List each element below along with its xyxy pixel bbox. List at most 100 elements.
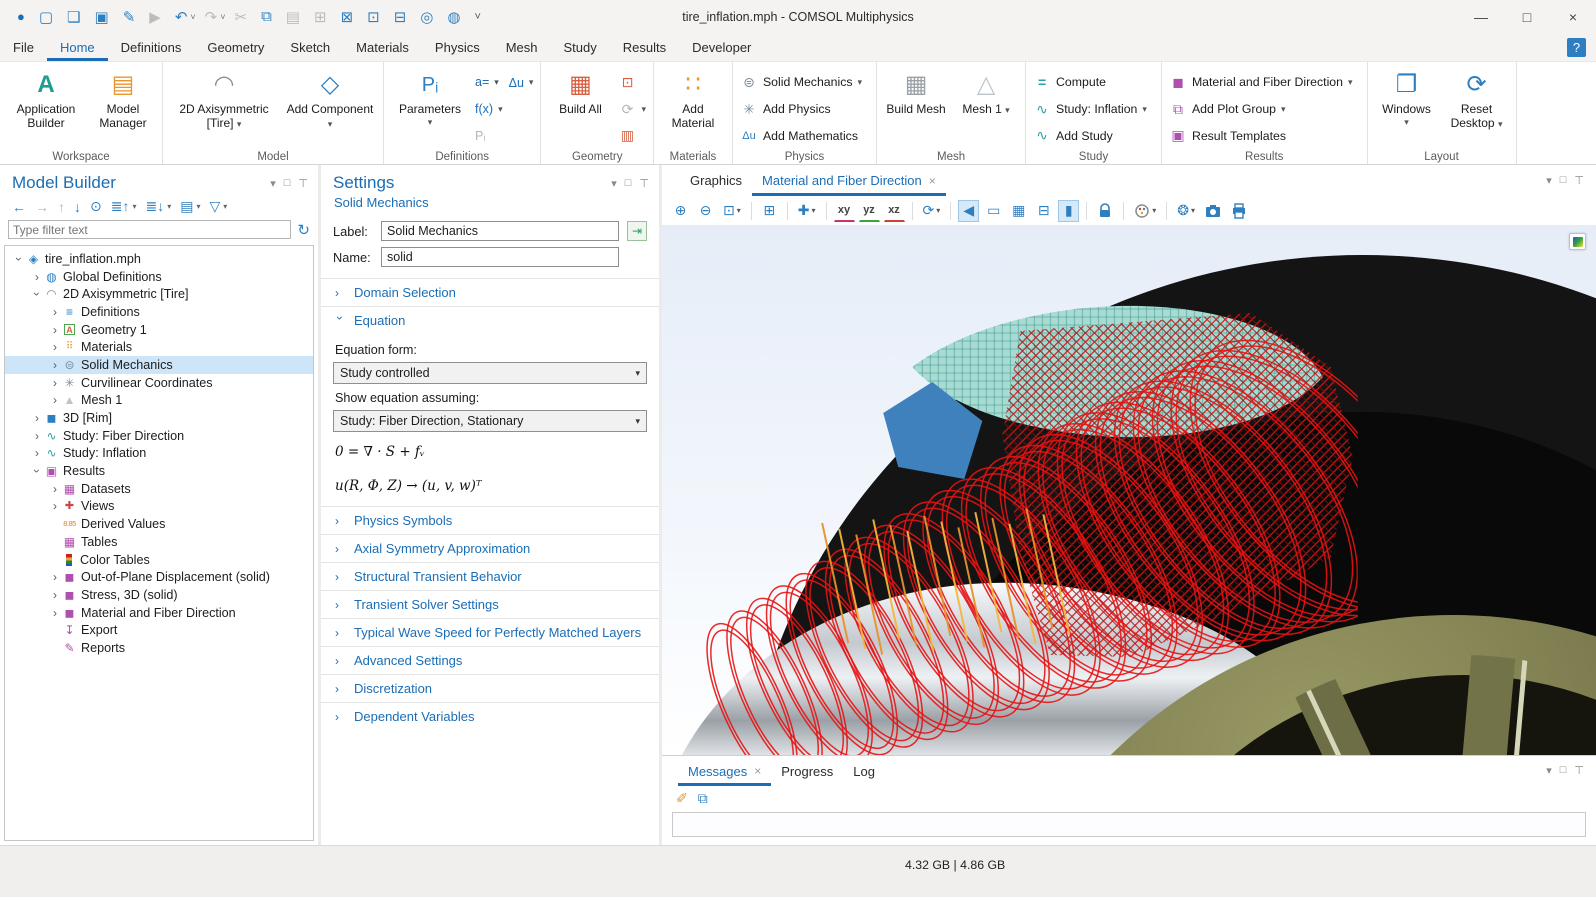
cut-icon[interactable]: ✂ [235,8,248,26]
tree-item[interactable]: ›⠿Materials [5,338,313,356]
windows-button[interactable]: ❐ Windows ▾ [1375,67,1439,147]
tree-item[interactable]: ›◼Stress, 3D (solid) [5,586,313,604]
print-icon[interactable] [1228,200,1250,222]
section-transient-solver[interactable]: ›Transient Solver Settings [321,590,659,618]
grid-icon[interactable]: ▦ [1008,200,1029,222]
zoom-extents-icon[interactable]: ⊞ [759,200,780,222]
tree-item[interactable]: ›8.85Derived Values [5,515,313,533]
tree-item[interactable]: ›▦Tables [5,533,313,551]
float-panel-icon[interactable]: □ [625,177,632,190]
tab-developer[interactable]: Developer [679,33,764,61]
zoom-in-icon[interactable]: ⊕ [670,200,691,222]
scene-light-icon[interactable]: ▭ [983,200,1004,222]
equation-form-select[interactable]: Study controlled▾ [333,362,647,384]
minimize-button[interactable]: — [1458,0,1504,33]
show-icon[interactable]: ⊙ [90,198,102,215]
copy-messages-icon[interactable]: ⧉ [698,790,708,807]
close-tab-icon[interactable]: × [754,764,761,778]
open-file-icon[interactable]: ❏ [67,8,80,26]
tab-progress[interactable]: Progress [771,756,843,786]
undo-caret-icon[interactable]: ˅ [190,12,195,22]
save-as-icon[interactable]: ✎ [123,8,136,26]
move-up-icon[interactable]: ↑ [58,199,65,215]
chevron-icon[interactable]: › [49,570,61,584]
chevron-icon[interactable]: › [31,270,43,284]
tab-study[interactable]: Study [551,33,610,61]
rename-button[interactable]: ⇥ [627,221,647,241]
section-structural-transient[interactable]: ›Structural Transient Behavior [321,562,659,590]
solid-mechanics-button[interactable]: ⊜Solid Mechanics▾ [740,71,862,94]
deselect-icon[interactable]: ⊟ [394,8,407,26]
tree-item[interactable]: ›∿Study: Inflation [5,445,313,463]
plot-window-icon[interactable]: ⊟ [1033,200,1054,222]
run-icon[interactable]: ▶ [149,8,161,26]
close-tab-icon[interactable]: × [929,174,936,188]
application-builder-button[interactable]: A Application Builder [7,67,85,147]
panel-menu-icon[interactable]: ▾ [270,177,276,190]
float-panel-icon[interactable]: □ [1560,764,1567,777]
tree-item[interactable]: ›◼Material and Fiber Direction [5,604,313,622]
reset-desktop-button[interactable]: ⟳ Reset Desktop ▾ [1445,67,1509,147]
parameter-case-button[interactable]: Pᵢ [475,124,503,147]
caret-icon[interactable]: ▾ [196,202,200,211]
section-equation[interactable]: ›Equation [321,306,659,334]
move-down-icon[interactable]: ↓ [74,199,81,215]
back-icon[interactable]: ← [12,199,26,215]
tree-item[interactable]: ›◠2D Axisymmetric [Tire] [5,285,313,303]
chevron-icon[interactable]: › [31,411,43,425]
speaker-icon[interactable]: ◀ [958,200,979,222]
chevron-icon[interactable]: › [49,606,61,620]
show-equation-select[interactable]: Study: Fiber Direction, Stationary▾ [333,410,647,432]
tab-definitions[interactable]: Definitions [108,33,195,61]
duplicate-icon[interactable]: ⊞ [314,8,327,26]
tab-results[interactable]: Results [610,33,679,61]
redo-caret-icon[interactable]: ˅ [220,12,225,22]
refresh-icon[interactable]: ↻ [297,221,310,239]
compute-button[interactable]: =Compute [1033,71,1147,94]
zoom-out-icon[interactable]: ⊖ [695,200,716,222]
view-xy-button[interactable]: xy [834,200,855,222]
section-domain-selection[interactable]: ›Domain Selection [321,278,659,306]
tab-materials[interactable]: Materials [343,33,422,61]
tree-item[interactable]: ›✎Reports [5,639,313,657]
variables-button[interactable]: a=▾ [475,71,503,94]
color-palette-icon[interactable]: ▾ [1131,200,1159,222]
chevron-icon[interactable]: › [30,465,44,477]
functions-button[interactable]: f(x)▾ [475,98,503,121]
pin-icon[interactable]: ⊤ [298,177,308,190]
filter-input[interactable] [8,220,291,239]
forward-icon[interactable]: → [35,199,49,215]
rotate-icon[interactable]: ⟳▾ [920,200,944,222]
chevron-icon[interactable]: › [49,588,61,602]
save-icon[interactable]: ▣ [95,8,109,26]
chevron-icon[interactable]: › [31,429,43,443]
result-templates-button[interactable]: ▣Result Templates [1169,124,1353,147]
section-physics-symbols[interactable]: ›Physics Symbols [321,506,659,534]
tree-item[interactable]: ›◍Global Definitions [5,268,313,286]
pin-icon[interactable]: ⊤ [1574,174,1584,187]
tree-item-selected[interactable]: ›⊜Solid Mechanics [5,356,313,374]
float-panel-icon[interactable]: □ [284,177,291,190]
lock-icon[interactable] [1094,200,1116,222]
tab-messages[interactable]: Messages× [678,756,771,786]
go-to-view-icon[interactable]: ✚▾ [795,200,819,222]
find-icon[interactable]: ◎ [420,8,433,26]
copy-icon[interactable]: ⧉ [261,8,272,25]
chevron-icon[interactable]: › [49,305,61,319]
tab-graphics[interactable]: Graphics [680,165,752,196]
tree-item[interactable]: ›◼Out-of-Plane Displacement (solid) [5,568,313,586]
axisymmetric-component-button[interactable]: ◠ 2D Axisymmetric [Tire] ▾ [170,67,278,147]
delete-icon[interactable]: ⊠ [341,8,354,26]
select-icon[interactable]: ⊡ [367,8,380,26]
filter-icon[interactable]: ▽ [209,198,220,215]
graphics-canvas[interactable] [662,225,1596,755]
section-dependent-variables[interactable]: ›Dependent Variables [321,702,659,730]
panel-menu-icon[interactable]: ▾ [1546,764,1552,777]
material-fiber-direction-button[interactable]: ◼Material and Fiber Direction▾ [1169,71,1353,94]
pin-icon[interactable]: ⊤ [639,177,649,190]
section-axial-symmetry[interactable]: ›Axial Symmetry Approximation [321,534,659,562]
add-mathematics-button[interactable]: ΔuAdd Mathematics [740,124,862,147]
section-wave-speed[interactable]: ›Typical Wave Speed for Perfectly Matche… [321,618,659,646]
chevron-icon[interactable]: › [30,288,44,300]
tree-item[interactable]: ›↧Export [5,621,313,639]
